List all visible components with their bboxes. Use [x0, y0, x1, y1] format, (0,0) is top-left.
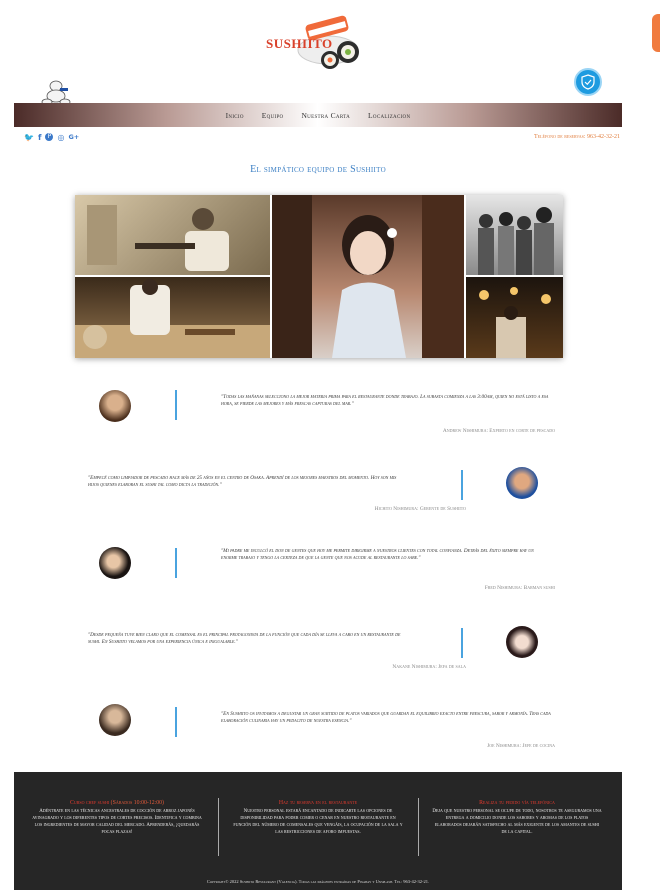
- chef-photo: [75, 195, 270, 275]
- footer-divider: [218, 798, 219, 856]
- kitchen-photo: [75, 277, 270, 358]
- team-photo-collage: [75, 195, 563, 358]
- nav-item-nuestra-carta[interactable]: Nuestra Carta: [301, 111, 350, 120]
- avatar: [99, 547, 131, 579]
- footer-body: Nuestro personal estará encantado de ind…: [233, 809, 403, 835]
- nav-item-equipo[interactable]: Equipo: [262, 111, 284, 120]
- footer-heading-extra: (Sábados 10:00-12:00): [110, 800, 164, 806]
- quote-divider: [461, 470, 463, 500]
- footer-course-column: Curso chef sushi (Sábados 10:00-12:00) A…: [32, 800, 202, 836]
- reservation-phone[interactable]: Teléfono de reservas: 963-42-32-21: [534, 134, 620, 140]
- waitress-photo: [272, 195, 464, 358]
- testimonial-quote: "Mi padre me inculcó el don de gentes qu…: [221, 548, 534, 561]
- logo-text: SUSHIITO: [266, 36, 333, 51]
- instagram-icon[interactable]: ◎: [57, 133, 64, 142]
- security-shield-icon[interactable]: [574, 68, 602, 96]
- logo[interactable]: SUSHIITO: [258, 12, 378, 72]
- footer-heading[interactable]: Realiza tu pedido vía telefónica: [432, 800, 602, 806]
- testimonial-author: Fred Nishimura: Barman sushi: [484, 585, 555, 591]
- footer-reservation-column: Haz tu reserva en el restaurante Nuestro…: [233, 800, 403, 836]
- testimonial-quote: "En Sushiito os invitamos a degustar un …: [221, 711, 551, 724]
- testimonial-quote: "Desde pequeña tuve bien claro que el co…: [88, 632, 401, 645]
- google-plus-icon[interactable]: G+: [68, 133, 79, 142]
- avatar: [506, 467, 538, 499]
- social-links: 🐦 f P ◎ G+: [24, 133, 79, 142]
- copyright: Copyright© 2022 Sushiito Restaurant (Val…: [206, 879, 430, 884]
- nav-item-inicio[interactable]: Inicio: [226, 111, 244, 120]
- pinterest-icon[interactable]: P: [45, 133, 54, 141]
- quote-divider: [461, 628, 463, 658]
- testimonial-author: Joe Nishimura: Jefe de cocina: [487, 743, 555, 749]
- footer-heading[interactable]: Haz tu reserva en el restaurante: [233, 800, 403, 806]
- footer-heading-text: Curso chef sushi: [70, 800, 110, 806]
- twitter-icon[interactable]: 🐦: [24, 133, 34, 142]
- avatar: [506, 626, 538, 658]
- family-photo: [466, 195, 563, 275]
- quote-divider: [175, 707, 177, 737]
- testimonial-quote: "Todas las mañanas selecciono la mejor m…: [221, 394, 549, 407]
- quote-divider: [175, 390, 177, 420]
- testimonial-author: Andrew Nishimura: Experto en corte de pe…: [442, 428, 555, 434]
- footer-order-column: Realiza tu pedido vía telefónica Deja qu…: [432, 800, 602, 836]
- section-title: El simpático equipo de Sushiito: [250, 164, 386, 175]
- quote-divider: [175, 548, 177, 578]
- footer: Curso chef sushi (Sábados 10:00-12:00) A…: [14, 772, 622, 890]
- footer-divider: [418, 798, 419, 856]
- avatar: [99, 704, 131, 736]
- facebook-icon[interactable]: f: [38, 133, 41, 142]
- footer-body: Adéntrate en las técnicas ancestrales de…: [32, 809, 202, 835]
- testimonial-author: Nakane Nishimura: Jefa de sala: [392, 664, 466, 670]
- avatar: [99, 390, 131, 422]
- testimonial-quote: "Empecé como limpiador de pescado hace m…: [88, 475, 397, 488]
- side-tab[interactable]: [652, 14, 660, 52]
- nav-item-localizacion[interactable]: Localizacion: [368, 111, 410, 120]
- footer-body: Deja que nuestro personal se ocupe de to…: [432, 809, 602, 835]
- main-navigation: Inicio Equipo Nuestra Carta Localizacion: [14, 103, 622, 127]
- testimonial-author: Hichito Nishimura: Gerente de Sushiito: [374, 506, 466, 512]
- bar-photo: [466, 277, 563, 358]
- footer-heading[interactable]: Curso chef sushi (Sábados 10:00-12:00): [32, 800, 202, 806]
